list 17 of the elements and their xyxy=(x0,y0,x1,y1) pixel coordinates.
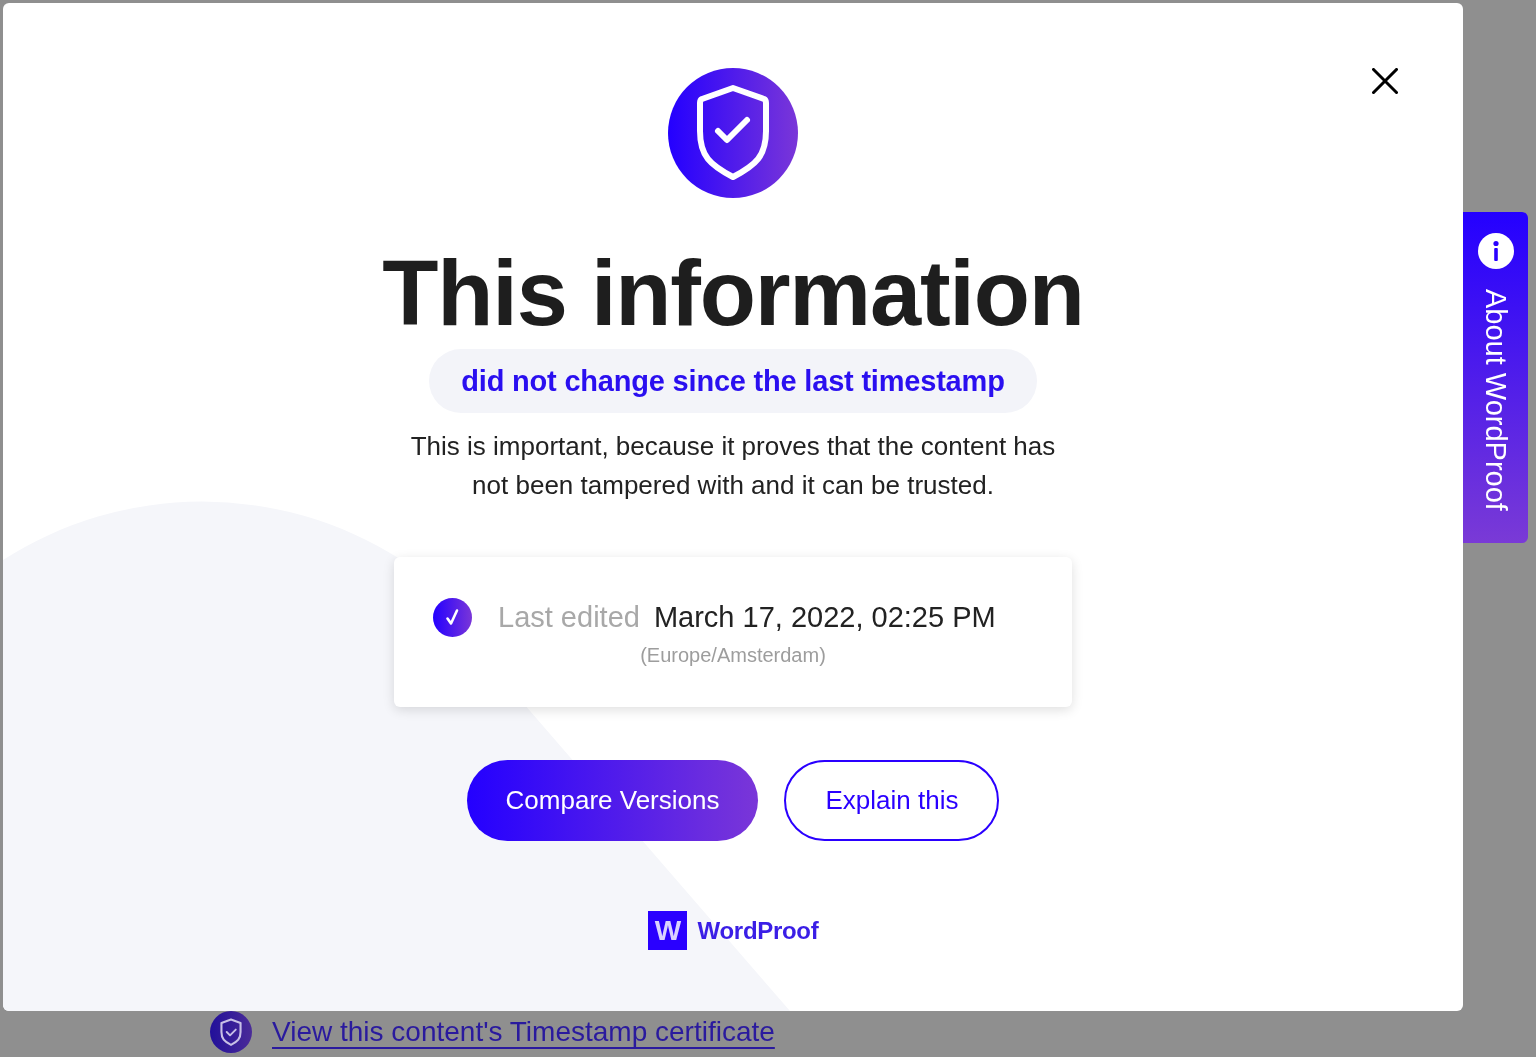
modal-title: This information xyxy=(382,247,1084,339)
check-icon xyxy=(433,597,472,637)
close-icon xyxy=(1372,68,1398,94)
status-banner: did not change since the last timestamp xyxy=(429,349,1037,413)
certificate-link[interactable]: View this content's Timestamp certificate xyxy=(272,1015,775,1049)
edited-date: March 17, 2022, 02:25 PM xyxy=(653,600,996,635)
shield-icon xyxy=(210,1011,252,1053)
timezone-text: (Europe/Amsterdam) xyxy=(640,643,826,667)
brand-name: WordProof xyxy=(697,916,819,945)
about-tab[interactable]: About WordProof xyxy=(1463,212,1528,543)
primary-button[interactable]: Compare Versions xyxy=(466,760,759,841)
info-icon xyxy=(1477,233,1514,269)
logo-mark: W xyxy=(647,911,687,950)
description-text: This is important, because it proves that the content has not been tampered with and it can be trusted. xyxy=(409,430,1057,502)
secondary-button[interactable]: Explain this xyxy=(784,760,1000,841)
edited-label: Last edited xyxy=(498,600,640,635)
shield-check-icon xyxy=(668,68,798,198)
